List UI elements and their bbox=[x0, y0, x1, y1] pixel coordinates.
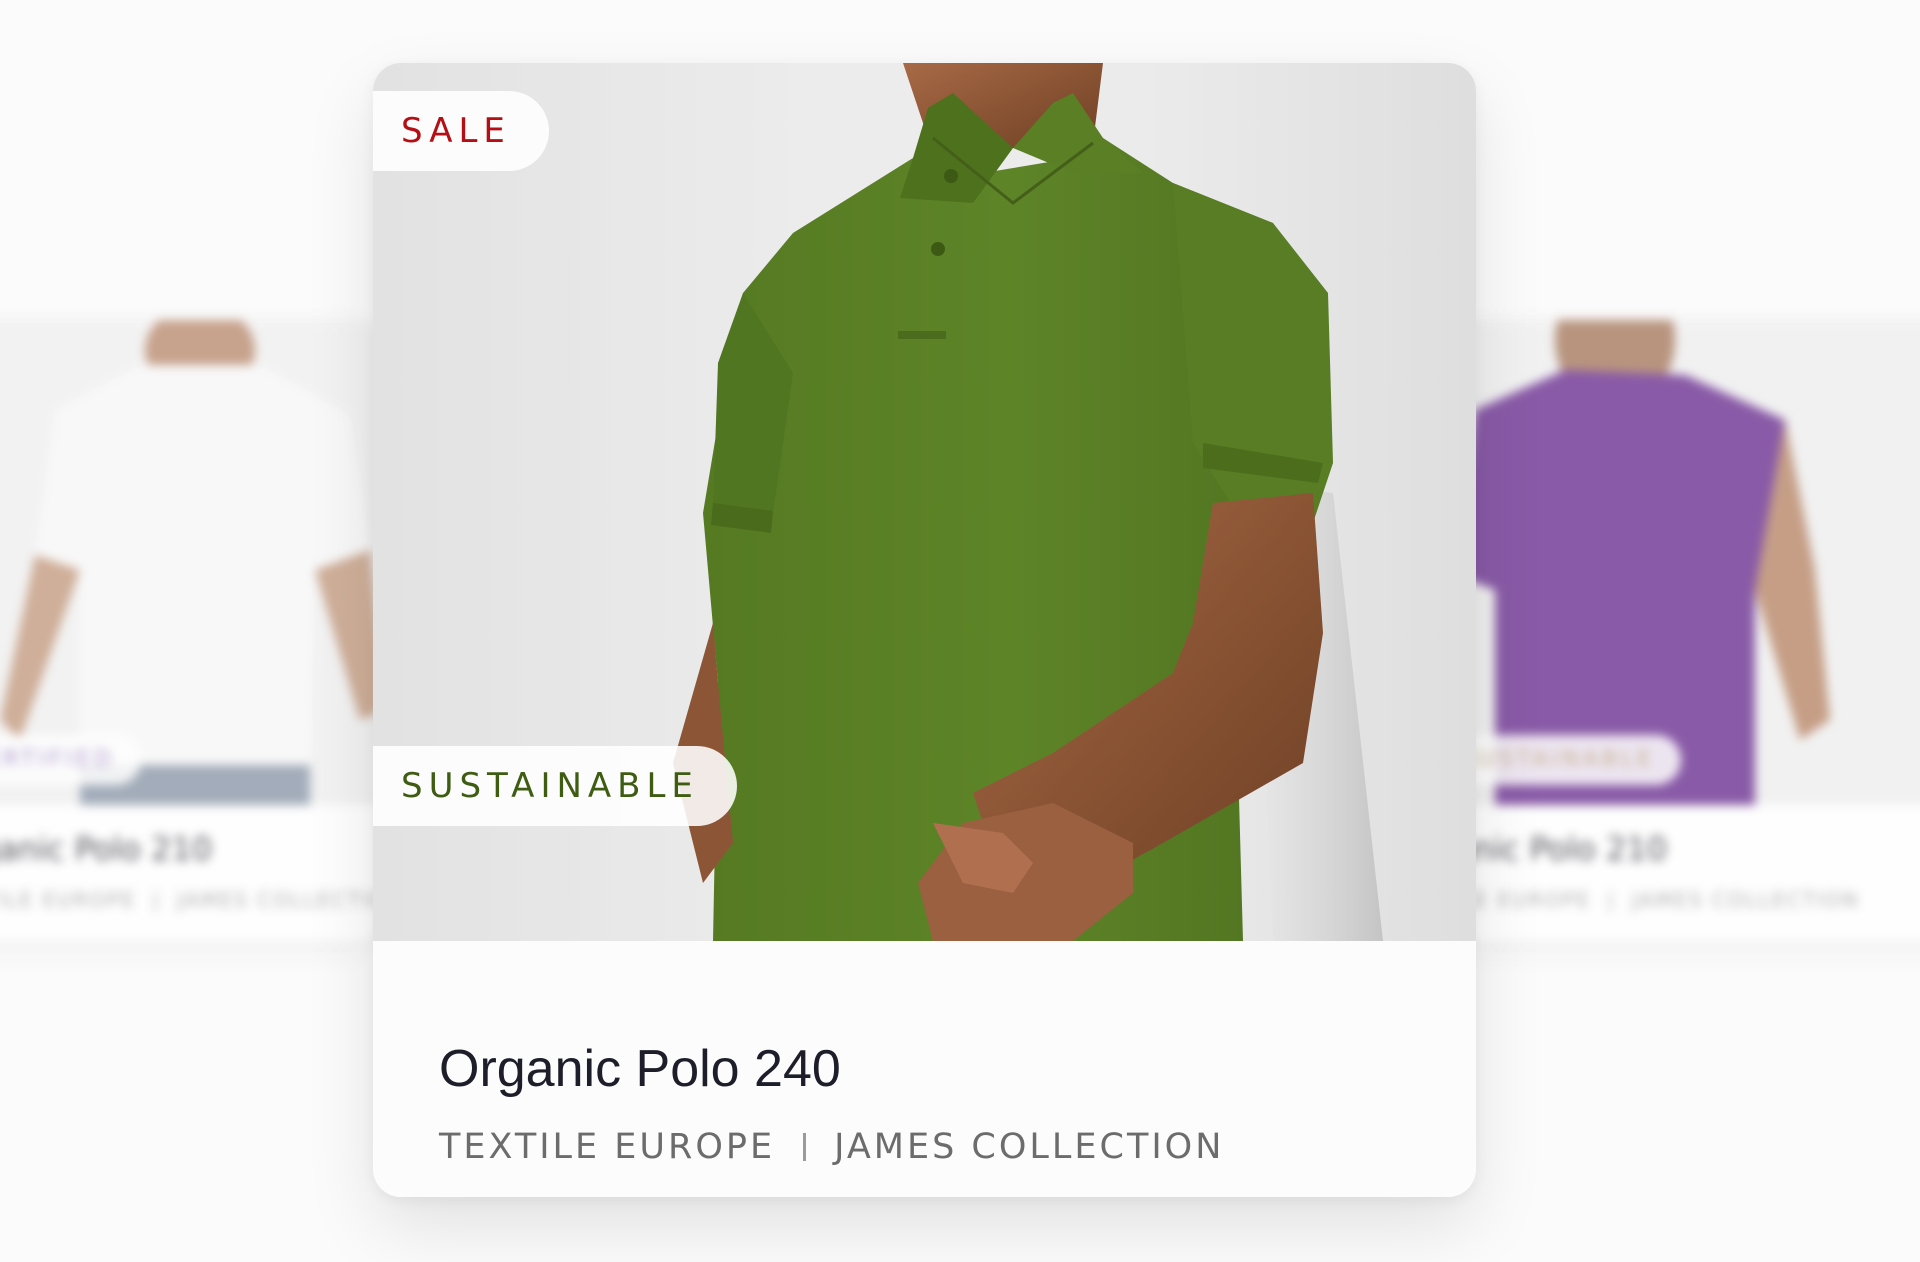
product-meta: TEXTILE EUROPE|JAMES COLLECTION bbox=[1455, 888, 1859, 912]
brand-name: TEXTILE EUROPE bbox=[0, 888, 137, 912]
sale-badge-label: SALE bbox=[401, 111, 511, 151]
sale-badge: SALE bbox=[373, 91, 549, 171]
product-title[interactable]: Organic Polo 240 bbox=[439, 1039, 841, 1099]
collection-name: JAMES COLLECTION bbox=[1631, 888, 1860, 912]
meta-separator: | bbox=[152, 888, 161, 912]
product-title: Organic Polo 210 bbox=[1455, 830, 1668, 868]
meta-separator bbox=[803, 1133, 807, 1161]
product-meta: TEXTILE EUROPE | JAMES COLLECTION bbox=[0, 888, 380, 912]
meta-separator: | bbox=[1607, 888, 1616, 912]
product-card-main[interactable]: SALE SUSTAINABLE Organic Polo 240 TEXTIL… bbox=[373, 63, 1476, 1197]
white-polo-illustration bbox=[0, 320, 380, 805]
certified-badge: CERTIFIED bbox=[0, 735, 141, 785]
product-card-left[interactable]: CERTIFIED Organic Polo 210 TEXTILE EUROP… bbox=[0, 320, 380, 940]
product-image-white-polo bbox=[0, 320, 380, 805]
product-image[interactable]: SALE SUSTAINABLE bbox=[373, 63, 1476, 941]
product-title: Organic Polo 210 bbox=[0, 830, 213, 868]
collection-name[interactable]: JAMES COLLECTION bbox=[834, 1127, 1224, 1167]
sustainable-badge-label: SUSTAINABLE bbox=[401, 766, 699, 806]
product-image-purple-polo bbox=[1455, 320, 1920, 805]
product-meta: TEXTILE EUROPE JAMES COLLECTION bbox=[439, 1127, 1224, 1167]
card-body: Organic Polo 240 TEXTILE EUROPE JAMES CO… bbox=[373, 941, 1476, 1197]
brand-name[interactable]: TEXTILE EUROPE bbox=[439, 1127, 775, 1167]
purple-polo-illustration bbox=[1455, 320, 1920, 805]
collection-name: JAMES COLLECTION bbox=[176, 888, 380, 912]
sustainable-badge: SUSTAINABLE bbox=[373, 746, 737, 826]
sustainable-badge: SUSTAINABLE bbox=[1455, 735, 1682, 785]
product-card-right[interactable]: SUSTAINABLE Organic Polo 210 TEXTILE EUR… bbox=[1455, 320, 1920, 940]
